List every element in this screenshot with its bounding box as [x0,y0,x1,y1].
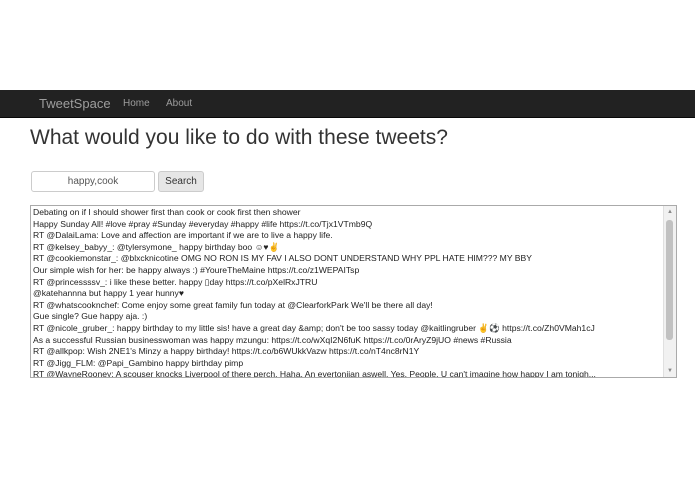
page-title: What would you like to do with these twe… [30,126,448,149]
tweet-line: @katehannna but happy 1 year hunny♥ [33,288,184,299]
brand-link[interactable]: TweetSpace [39,90,111,117]
tweet-line: Happy Sunday All! #love #pray #Sunday #e… [33,218,373,229]
tweet-line: RT @Jigg_FLM: @Papi_Gambino happy birthd… [33,357,244,368]
tweet-line: Our simple wish for her: be happy always… [33,264,360,275]
tweet-line: RT @kelsey_babyy_: @tylersymone_ happy b… [33,241,280,252]
tweet-line: RT @whatscooknchef: Come enjoy some grea… [33,299,433,310]
scroll-up-arrow-icon[interactable]: ▲ [664,206,676,218]
top-navbar: TweetSpace Home About [0,90,695,118]
tweet-line: RT @allkpop: Wish 2NE1's Minzy a happy b… [33,346,420,357]
tweet-results-box[interactable]: Debating on if I should shower first tha… [30,205,677,378]
tweet-line: Gue single? Gue happy aja. :) [33,311,148,322]
search-input[interactable] [31,171,155,192]
nav-home-link[interactable]: Home [123,90,150,117]
tweet-line: RT @WayneRooney: A scouser knocks Liverp… [33,369,596,378]
tweet-line: RT @nicole_gruber_: happy birthday to my… [33,322,595,333]
nav-about-link[interactable]: About [166,90,192,117]
tweet-line: RT @DalaiLama: Love and affection are im… [33,230,333,241]
vertical-scrollbar[interactable]: ▲ ▼ [663,206,676,377]
scroll-down-arrow-icon[interactable]: ▼ [664,365,676,377]
tweet-list: Debating on if I should shower first tha… [33,207,662,378]
tweet-line: Debating on if I should shower first tha… [33,207,301,217]
tweet-line: RT @princessssv_: i like these better. h… [33,276,318,287]
search-button[interactable]: Search [158,171,204,192]
tweet-line: RT @cookiemonstar_: @blxcknicotine OMG N… [33,253,532,264]
tweet-line: As a successful Russian businesswoman wa… [33,334,512,345]
scroll-thumb[interactable] [666,220,673,340]
